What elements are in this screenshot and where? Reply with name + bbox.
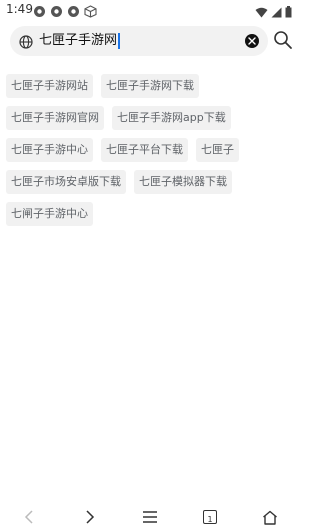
suggestion-chip[interactable]: 七匣子手游网下载: [101, 74, 199, 98]
home-button[interactable]: [261, 508, 279, 526]
search-box[interactable]: 七匣子手游网: [10, 26, 268, 56]
suggestion-chip[interactable]: 七匣子手游网app下载: [112, 106, 231, 130]
status-bar: 1:49: [0, 0, 300, 20]
battery-icon: [285, 3, 292, 22]
menu-icon: [143, 511, 157, 523]
signal-icon: [271, 3, 282, 22]
search-button[interactable]: [273, 30, 293, 50]
back-arrow-icon: [24, 510, 33, 524]
suggestion-chip[interactable]: 七匣子平台下载: [101, 138, 188, 162]
chrome-icon: [50, 3, 63, 17]
text-caret: [118, 33, 120, 49]
home-icon: [263, 510, 277, 525]
notification-icons: [33, 3, 97, 18]
search-icon: [274, 31, 292, 49]
suggestion-chip[interactable]: 七匣子手游网站: [6, 74, 93, 98]
forward-button[interactable]: [81, 508, 99, 526]
suggestion-chip[interactable]: 七匣子: [196, 138, 239, 162]
tabs-icon: 1: [203, 510, 217, 524]
suggestion-chip[interactable]: 七闸子手游中心: [6, 202, 93, 226]
clear-button[interactable]: [245, 34, 259, 48]
chrome-icon: [67, 3, 80, 17]
suggestion-chip[interactable]: 七匣子市场安卓版下载: [6, 170, 126, 194]
suggestion-chip[interactable]: 七匣子手游网官网: [6, 106, 104, 130]
menu-button[interactable]: [141, 508, 159, 526]
system-icons: [255, 3, 292, 22]
wifi-icon: [255, 3, 268, 22]
clear-icon: [248, 37, 256, 45]
box-icon: [84, 3, 97, 18]
tabs-button[interactable]: 1: [201, 508, 219, 526]
status-time: 1:49: [6, 2, 33, 16]
globe-icon: [19, 34, 33, 49]
chrome-icon: [33, 3, 46, 17]
bottom-navigation: 1: [0, 504, 300, 530]
search-query-text: 七匣子手游网: [39, 33, 118, 48]
suggestion-chip[interactable]: 七匣子模拟器下载: [134, 170, 232, 194]
tab-count: 1: [207, 515, 213, 524]
suggestion-list: 七匣子手游网站 七匣子手游网下载 七匣子手游网官网 七匣子手游网app下载 七匣…: [6, 74, 296, 226]
back-button[interactable]: [20, 508, 38, 526]
search-input[interactable]: 七匣子手游网: [39, 31, 235, 51]
suggestion-chip[interactable]: 七匣子手游中心: [6, 138, 93, 162]
forward-arrow-icon: [86, 510, 95, 524]
